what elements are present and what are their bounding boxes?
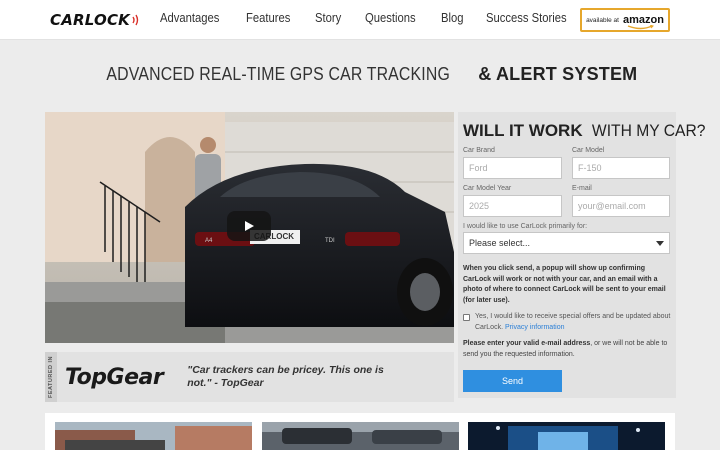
car-model-input[interactable]: F-150 bbox=[572, 157, 670, 179]
nav-blog[interactable]: Blog bbox=[441, 11, 464, 25]
main-nav: Advantages Features Story Questions Blog… bbox=[160, 11, 596, 25]
privacy-information-link[interactable]: Privacy information bbox=[505, 324, 565, 331]
email-label: E-mail bbox=[572, 185, 592, 192]
car-brand-label: Car Brand bbox=[463, 147, 495, 154]
nav-advantages[interactable]: Advantages bbox=[160, 11, 219, 25]
site-header: CARLOCK Advantages Features Story Questi… bbox=[0, 0, 720, 40]
thumbnail-image-1[interactable] bbox=[55, 422, 252, 450]
primary-use-selected: Please select... bbox=[469, 238, 531, 248]
nav-story[interactable]: Story bbox=[315, 11, 341, 25]
offers-consent-row: Yes, I would like to receive special off… bbox=[463, 312, 673, 334]
thumbnail-1-graphic bbox=[55, 422, 252, 450]
email-warning: Please enter your valid e-mail address, … bbox=[463, 339, 673, 361]
signal-waves-icon bbox=[132, 14, 139, 26]
email-input[interactable]: your@email.com bbox=[572, 195, 670, 217]
form-note: When you click send, a popup will show u… bbox=[463, 265, 666, 304]
form-title-light: WITH MY CAR? bbox=[592, 121, 706, 140]
amazon-logo: amazon bbox=[623, 14, 664, 30]
featured-in-label: FEATURED IN bbox=[48, 355, 54, 399]
nav-questions[interactable]: Questions bbox=[365, 11, 416, 25]
form-title-bold: WILL IT WORK bbox=[463, 121, 583, 140]
primary-use-select[interactable]: Please select... bbox=[463, 232, 670, 254]
send-button[interactable]: Send bbox=[463, 370, 562, 392]
offers-checkbox[interactable] bbox=[463, 314, 470, 321]
play-button[interactable] bbox=[227, 211, 271, 241]
amazon-available-text: available at bbox=[586, 16, 619, 24]
logo-text: CARLOCK bbox=[50, 11, 130, 29]
primary-use-label: I would like to use CarLock primarily fo… bbox=[463, 223, 588, 230]
play-icon bbox=[245, 221, 254, 231]
thumbnail-2-graphic bbox=[262, 422, 459, 450]
nav-success-stories[interactable]: Success Stories bbox=[486, 11, 567, 25]
car-brand-input[interactable]: Ford bbox=[463, 157, 562, 179]
promo-video[interactable]: CARLOCK A4 TDI bbox=[45, 112, 454, 343]
chevron-down-icon bbox=[656, 240, 664, 246]
car-year-input[interactable]: 2025 bbox=[463, 195, 562, 217]
offers-consent-text: Yes, I would like to receive special off… bbox=[475, 312, 673, 334]
model-badge-left: A4 bbox=[205, 238, 213, 244]
topgear-quote: "Car trackers can be pricey. This one is… bbox=[187, 364, 384, 389]
form-title: WILL IT WORK WITH MY CAR? bbox=[463, 121, 711, 141]
featured-in-strip: FEATURED IN TopGear "Car trackers can be… bbox=[45, 352, 454, 402]
model-badge-right: TDI bbox=[325, 238, 335, 244]
thumbnail-3-graphic bbox=[468, 422, 665, 450]
amazon-badge-button[interactable]: available at amazon bbox=[580, 8, 670, 32]
car-year-label: Car Model Year bbox=[463, 185, 512, 192]
car-model-label: Car Model bbox=[572, 147, 605, 154]
featured-in-tab: FEATURED IN bbox=[45, 352, 57, 402]
headline-light: ADVANCED REAL-TIME GPS CAR TRACKING bbox=[106, 64, 450, 84]
topgear-logo: TopGear bbox=[65, 364, 164, 390]
thumbnail-image-3[interactable] bbox=[468, 422, 665, 450]
nav-features[interactable]: Features bbox=[246, 11, 290, 25]
headline-bold: & ALERT SYSTEM bbox=[478, 64, 638, 84]
thumbnail-image-2[interactable] bbox=[262, 422, 459, 450]
email-warning-bold: Please enter your valid e-mail address bbox=[463, 340, 591, 347]
carlock-logo[interactable]: CARLOCK bbox=[50, 10, 141, 30]
amazon-smile-icon bbox=[627, 25, 654, 30]
page-headline: ADVANCED REAL-TIME GPS CAR TRACKING & AL… bbox=[0, 64, 720, 85]
